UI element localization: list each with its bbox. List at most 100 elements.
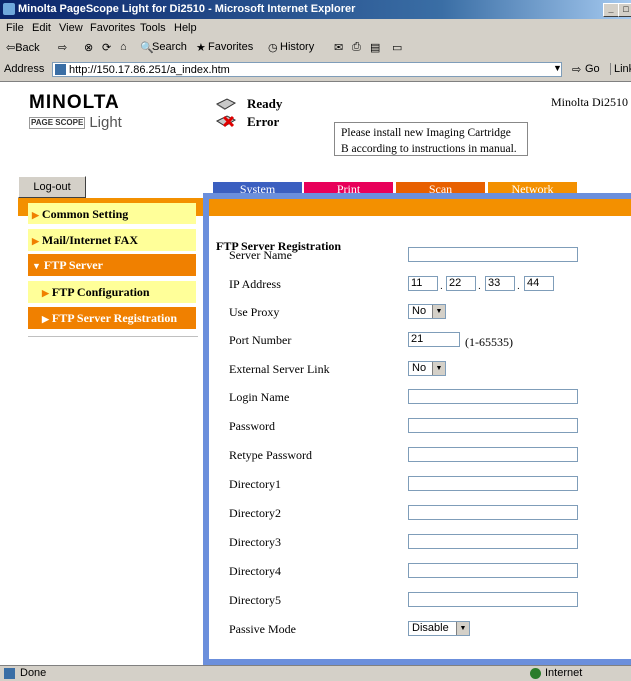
ip-address-label: IP Address xyxy=(229,277,281,291)
menu-bar: File Edit View Favorites Tools Help xyxy=(0,19,631,38)
zone-text: Internet xyxy=(545,667,583,679)
refresh-icon[interactable]: ⟳ xyxy=(102,41,111,54)
pagescope-logo: PAGE SCOPE Light xyxy=(29,114,122,131)
directory1-label: Directory1 xyxy=(229,477,281,491)
retype-password-input[interactable] xyxy=(408,447,578,462)
passive-mode-select[interactable]: Disable ▼ xyxy=(408,621,470,636)
page-icon xyxy=(55,64,66,75)
port-range-hint: (1-65535) xyxy=(465,335,513,349)
arrow-right-icon: ▶ xyxy=(42,314,49,324)
window-title: Minolta PageScope Light for Di2510 - Mic… xyxy=(18,3,356,15)
favorites-button[interactable]: Favorites xyxy=(208,41,253,53)
use-proxy-label: Use Proxy xyxy=(229,305,280,319)
home-icon[interactable]: ⌂ xyxy=(120,41,127,53)
stop-icon[interactable]: ⊗ xyxy=(84,41,93,54)
directory3-input[interactable] xyxy=(408,534,578,549)
use-proxy-select[interactable]: No ▼ xyxy=(408,304,446,319)
ip-dot: . xyxy=(440,281,443,292)
sidebar-item-ftp-configuration[interactable]: ▶ FTP Configuration xyxy=(28,281,196,303)
go-button[interactable]: Go xyxy=(585,63,600,75)
back-button[interactable]: ⇦Back xyxy=(6,41,40,54)
password-label: Password xyxy=(229,419,276,433)
password-input[interactable] xyxy=(408,418,578,433)
ip-octet-3-input[interactable]: 33 xyxy=(485,276,515,291)
directory2-input[interactable] xyxy=(408,505,578,520)
page-icon xyxy=(4,668,15,679)
error-icon xyxy=(215,115,237,128)
dropdown-arrow-icon: ▼ xyxy=(456,622,469,635)
status-text: Done xyxy=(20,667,47,679)
go-icon: ⇨ xyxy=(572,64,582,76)
directory1-input[interactable] xyxy=(408,476,578,491)
directory3-label: Directory3 xyxy=(229,535,281,549)
ip-dot: . xyxy=(517,281,520,292)
toolbar: ⇦Back ⇨ ⊗ ⟳ ⌂ 🔍 Search ★ Favorites ◷ His… xyxy=(0,37,631,60)
passive-mode-value: Disable xyxy=(412,622,449,634)
minimize-button[interactable]: _ xyxy=(603,3,619,17)
ip-octet-2-input[interactable]: 22 xyxy=(446,276,476,291)
port-number-label: Port Number xyxy=(229,333,292,347)
menu-file[interactable]: File xyxy=(6,22,24,34)
sidebar-item-label: FTP Server Registration xyxy=(51,311,178,325)
server-name-input[interactable] xyxy=(408,247,578,262)
server-name-label: Server Name xyxy=(229,248,292,262)
mail-icon[interactable]: ✉ xyxy=(334,41,343,54)
edit-icon[interactable]: ▤ xyxy=(370,41,380,54)
address-label: Address xyxy=(4,63,45,75)
sidebar-item-label: FTP Configuration xyxy=(51,285,150,299)
globe-icon xyxy=(530,668,541,679)
directory5-input[interactable] xyxy=(408,592,578,607)
sidebar-item-ftp-server-registration[interactable]: ▶ FTP Server Registration xyxy=(28,307,196,329)
directory4-label: Directory4 xyxy=(229,564,281,578)
status-message: Please install new Imaging Cartridge B a… xyxy=(334,122,528,156)
address-dropdown-icon[interactable]: ▼ xyxy=(553,63,562,73)
sidebar-item-mail-internet-fax[interactable]: ▶ Mail/Internet FAX xyxy=(28,229,196,251)
arrow-right-icon: ▶ xyxy=(32,236,39,246)
menu-tools[interactable]: Tools xyxy=(140,22,166,34)
menu-view[interactable]: View xyxy=(59,22,83,34)
menu-edit[interactable]: Edit xyxy=(32,22,51,34)
pagescope-badge: PAGE SCOPE xyxy=(29,117,86,130)
favorites-icon: ★ xyxy=(196,42,206,54)
sidebar-item-common-setting[interactable]: ▶ Common Setting xyxy=(28,203,196,225)
sidebar-item-label: FTP Server xyxy=(43,258,103,272)
address-url: http://150.17.86.251/a_index.htm xyxy=(69,64,230,76)
dropdown-arrow-icon: ▼ xyxy=(432,362,445,375)
ip-octet-4-input[interactable]: 44 xyxy=(524,276,554,291)
address-bar: Address http://150.17.86.251/a_index.htm… xyxy=(0,59,631,82)
use-proxy-value: No xyxy=(412,305,427,317)
arrow-right-icon: ▶ xyxy=(32,210,39,220)
login-name-input[interactable] xyxy=(408,389,578,404)
passive-mode-label: Passive Mode xyxy=(229,622,296,636)
pagescope-light: Light xyxy=(89,114,122,131)
menu-favorites[interactable]: Favorites xyxy=(90,22,135,34)
minolta-logo: MINOLTA xyxy=(29,92,120,113)
menu-help[interactable]: Help xyxy=(174,22,197,34)
links-button[interactable]: Links xyxy=(610,63,631,75)
print-icon[interactable]: ⎙ xyxy=(352,41,361,54)
history-button[interactable]: History xyxy=(280,41,314,53)
sidebar-item-ftp-server[interactable]: ▼ FTP Server xyxy=(28,254,196,276)
arrow-right-icon: ▶ xyxy=(42,288,49,298)
external-server-link-select[interactable]: No ▼ xyxy=(408,361,446,376)
sidebar-item-label: Common Setting xyxy=(41,207,129,221)
discuss-icon[interactable]: ▭ xyxy=(392,41,402,54)
ready-status: Ready xyxy=(247,96,283,111)
directory4-input[interactable] xyxy=(408,563,578,578)
directory2-label: Directory2 xyxy=(229,506,281,520)
maximize-button[interactable]: □ xyxy=(618,3,631,17)
window-title-bar[interactable]: Minolta PageScope Light for Di2510 - Mic… xyxy=(0,0,631,19)
retype-password-label: Retype Password xyxy=(229,448,312,462)
ie-icon xyxy=(3,3,15,15)
dropdown-arrow-icon: ▼ xyxy=(432,305,445,318)
logout-button[interactable]: Log-out xyxy=(18,176,86,198)
status-bar: Done Internet xyxy=(0,665,631,681)
search-button[interactable]: Search xyxy=(152,41,187,53)
ip-octet-1-input[interactable]: 11 xyxy=(408,276,438,291)
login-name-label: Login Name xyxy=(229,390,290,404)
error-status: Error xyxy=(247,114,280,129)
ip-dot: . xyxy=(478,281,481,292)
forward-button[interactable]: ⇨ xyxy=(58,41,67,54)
address-input[interactable]: http://150.17.86.251/a_index.htm xyxy=(52,62,562,77)
port-number-input[interactable]: 21 xyxy=(408,332,460,347)
